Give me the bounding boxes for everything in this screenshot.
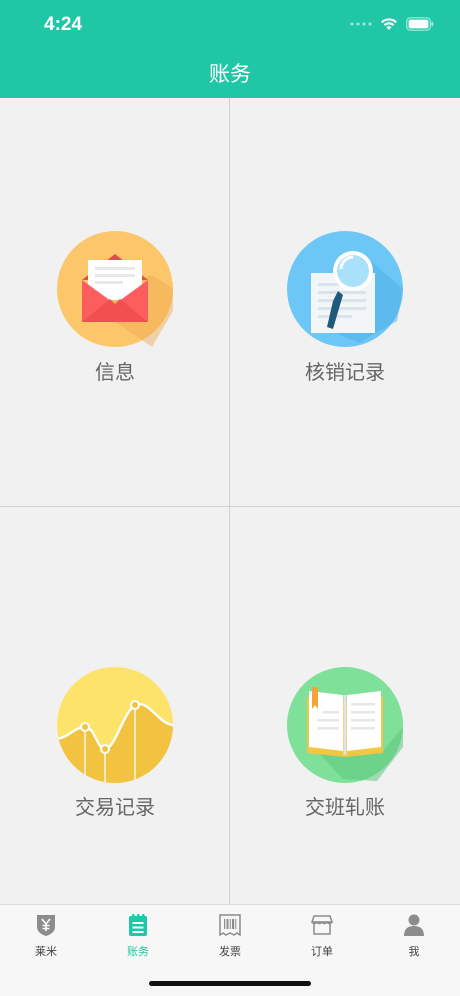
tab-label: 账务 — [127, 945, 149, 958]
magnifier-document-icon — [287, 231, 403, 347]
menu-grid: 信息 核销记录 交易记录 交班轧账 — [0, 98, 460, 904]
tab-orders[interactable]: 订单 — [276, 913, 368, 959]
storefront-icon — [311, 915, 333, 935]
grid-item-label: 交班轧账 — [305, 795, 385, 819]
status-time: 4:24 — [44, 14, 83, 35]
line-chart-icon — [57, 667, 173, 783]
barcode-invoice-icon — [219, 914, 241, 937]
status-bar: 4:24 — [0, 0, 460, 48]
status-indicators — [350, 16, 434, 32]
battery-icon — [406, 17, 434, 31]
open-book-icon — [287, 667, 403, 783]
nav-header: 账务 — [0, 48, 460, 98]
grid-item-label: 信息 — [95, 360, 135, 384]
grid-item-transaction-records[interactable]: 交易记录 — [0, 507, 230, 904]
yen-shield-icon — [37, 915, 55, 936]
grid-item-writeoff-records[interactable]: 核销记录 — [230, 98, 460, 507]
home-indicator — [149, 981, 311, 986]
mail-envelope-icon — [57, 231, 173, 347]
cellular-signal-icon — [350, 22, 372, 26]
grid-item-shift-settlement[interactable]: 交班轧账 — [230, 507, 460, 904]
grid-item-label: 核销记录 — [305, 360, 385, 384]
wifi-icon — [381, 18, 397, 30]
tab-invoice[interactable]: 发票 — [184, 913, 276, 959]
grid-item-label: 交易记录 — [75, 795, 155, 819]
tab-label: 发票 — [219, 945, 241, 958]
tab-label: 莱米 — [35, 945, 57, 958]
tab-accounting[interactable]: 账务 — [92, 913, 184, 959]
page-title: 账务 — [209, 62, 251, 86]
tab-label: 订单 — [311, 945, 333, 958]
person-icon — [404, 914, 424, 936]
notepad-icon — [129, 914, 147, 936]
grid-item-info[interactable]: 信息 — [0, 98, 230, 507]
tab-label: 我 — [408, 945, 420, 958]
tab-laimi[interactable]: 莱米 — [0, 913, 92, 959]
tab-me[interactable]: 我 — [368, 913, 460, 959]
